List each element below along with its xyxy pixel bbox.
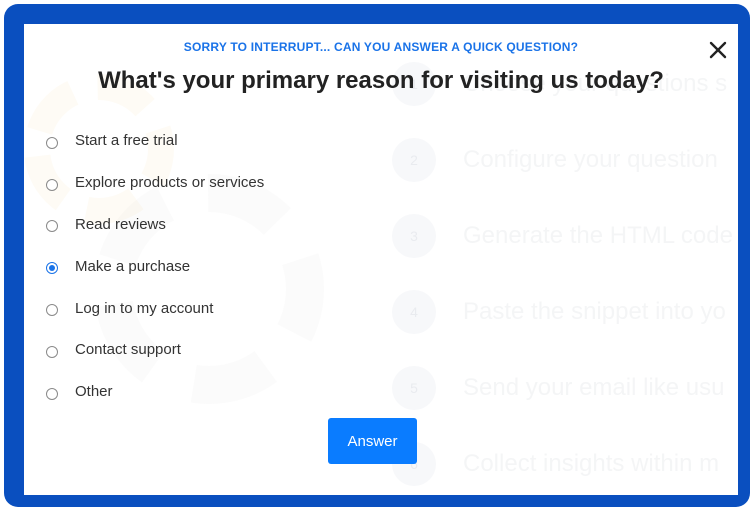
option-contact-support[interactable]: Contact support — [46, 329, 264, 371]
background-step-text: Paste the snippet into yo — [463, 298, 726, 325]
answer-button[interactable]: Answer — [328, 418, 417, 464]
background-step-text: Configure your question — [463, 146, 718, 173]
radio-button-selected[interactable] — [46, 262, 58, 275]
background-step-number: 3 — [392, 214, 436, 258]
survey-question: What's your primary reason for visiting … — [98, 67, 664, 94]
option-explore-products[interactable]: Explore products or services — [46, 162, 264, 204]
background-step-text: Send your email like usu — [463, 374, 725, 401]
background-step-text: Generate the HTML code — [463, 222, 733, 249]
radio-button[interactable] — [46, 345, 58, 358]
background-step: 5 Send your email like usu — [392, 366, 724, 410]
background-step: 3 Generate the HTML code — [392, 214, 733, 258]
survey-modal: 1 Choose your questions s 2 Configure yo… — [24, 24, 738, 495]
option-make-purchase[interactable]: Make a purchase — [46, 245, 264, 287]
radio-button[interactable] — [46, 178, 58, 191]
option-start-free-trial[interactable]: Start a free trial — [46, 120, 264, 162]
modal-frame: 1 Choose your questions s 2 Configure yo… — [4, 4, 750, 507]
option-label: Other — [75, 383, 113, 401]
radio-button[interactable] — [46, 304, 58, 317]
background-step: 6 Collect insights within m — [392, 442, 719, 486]
background-step: 4 Paste the snippet into yo — [392, 290, 726, 334]
radio-button[interactable] — [46, 220, 58, 233]
background-step-text: Collect insights within m — [463, 450, 720, 477]
option-label: Make a purchase — [75, 257, 191, 275]
radio-button[interactable] — [46, 136, 58, 149]
option-label: Read reviews — [75, 215, 166, 233]
option-label: Log in to my account — [75, 299, 214, 317]
background-step-number: 4 — [392, 290, 436, 334]
option-log-in[interactable]: Log in to my account — [46, 287, 264, 329]
background-step: 2 Configure your question — [392, 138, 718, 182]
option-label: Start a free trial — [75, 132, 178, 150]
answer-options: Start a free trial Explore products or s… — [46, 120, 264, 413]
radio-button[interactable] — [46, 387, 58, 400]
option-other[interactable]: Other — [46, 371, 264, 413]
option-label: Explore products or services — [75, 174, 265, 192]
option-label: Contact support — [75, 341, 181, 359]
option-read-reviews[interactable]: Read reviews — [46, 204, 264, 246]
background-step-number: 5 — [392, 366, 436, 410]
background-step-number: 2 — [392, 138, 436, 182]
survey-kicker: SORRY TO INTERRUPT... CAN YOU ANSWER A Q… — [183, 40, 579, 54]
